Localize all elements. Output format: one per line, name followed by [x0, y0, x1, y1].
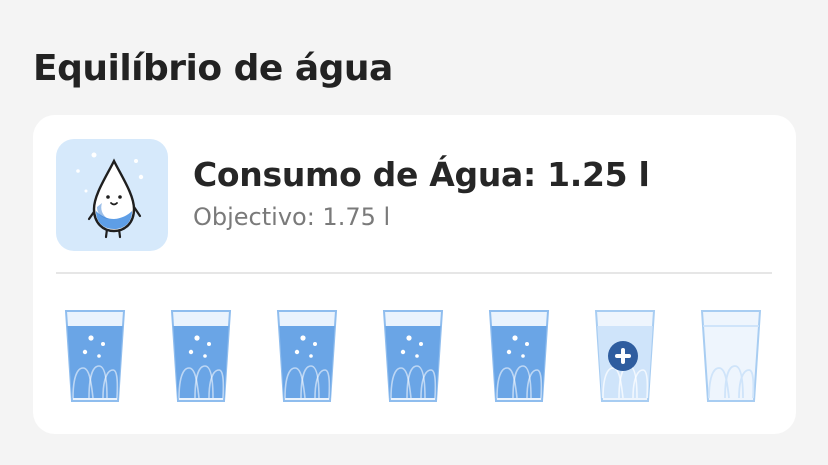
full-glass-icon[interactable] — [63, 308, 127, 404]
glass-row — [63, 308, 763, 404]
section-title: Equilíbrio de água — [33, 48, 393, 89]
full-glass-icon[interactable] — [381, 308, 445, 404]
add-glass-button[interactable] — [593, 308, 657, 404]
water-goal-label: Objectivo: 1.75 l — [193, 203, 391, 231]
divider — [56, 272, 772, 274]
full-glass-icon[interactable] — [169, 308, 233, 404]
full-glass-icon[interactable] — [487, 308, 551, 404]
water-balance-card[interactable]: Consumo de Água: 1.25 l Objectivo: 1.75 … — [33, 115, 796, 434]
empty-glass-icon[interactable] — [699, 308, 763, 404]
full-glass-icon[interactable] — [275, 308, 339, 404]
water-intake-label: Consumo de Água: 1.25 l — [193, 155, 650, 194]
add-icon[interactable] — [608, 341, 638, 371]
water-drop-mascot-icon — [56, 139, 168, 251]
